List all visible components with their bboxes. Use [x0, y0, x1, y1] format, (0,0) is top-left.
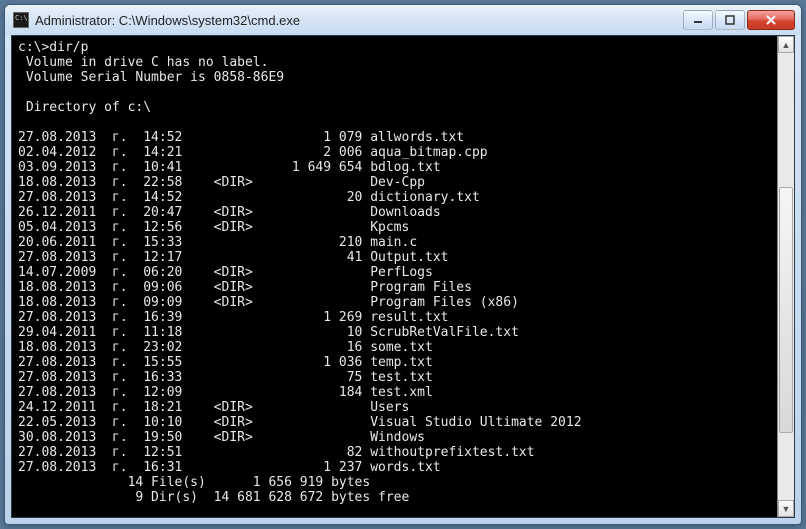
minimize-button[interactable]: [683, 10, 713, 30]
close-icon: [765, 15, 777, 25]
maximize-button[interactable]: [715, 10, 745, 30]
vertical-scrollbar[interactable]: ▲ ▼: [777, 36, 794, 517]
minimize-icon: [693, 15, 703, 25]
close-button[interactable]: [747, 10, 795, 30]
scrollbar-thumb[interactable]: [779, 187, 793, 433]
scroll-up-button[interactable]: ▲: [778, 36, 794, 53]
chevron-down-icon: ▼: [782, 504, 791, 514]
titlebar[interactable]: Administrator: C:\Windows\system32\cmd.e…: [5, 5, 801, 35]
console-output[interactable]: c:\>dir/p Volume in drive C has no label…: [12, 36, 777, 517]
chevron-up-icon: ▲: [782, 40, 791, 50]
cmd-window: Administrator: C:\Windows\system32\cmd.e…: [4, 4, 802, 525]
scroll-down-button[interactable]: ▼: [778, 500, 794, 517]
cmd-icon: [13, 12, 29, 28]
maximize-icon: [725, 15, 735, 25]
scrollbar-track[interactable]: [778, 53, 794, 500]
window-controls: [683, 10, 795, 30]
client-area: c:\>dir/p Volume in drive C has no label…: [11, 35, 795, 518]
window-title: Administrator: C:\Windows\system32\cmd.e…: [35, 13, 683, 28]
